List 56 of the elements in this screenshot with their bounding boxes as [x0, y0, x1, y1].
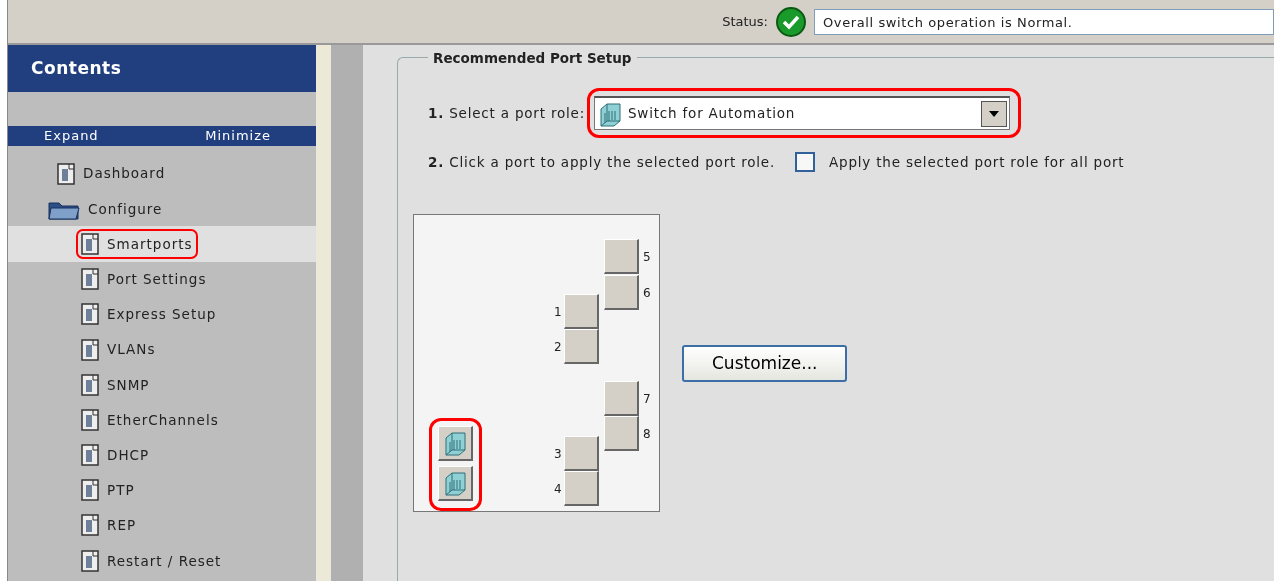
step-label: 2. Click a port to apply the selected port role.	[428, 153, 776, 172]
customize-button[interactable]: Customize...	[682, 344, 848, 382]
sidebar-item[interactable]: REP	[8, 507, 316, 544]
switch-icon	[442, 470, 468, 497]
port-number: 8	[643, 426, 651, 444]
document-icon	[81, 549, 100, 572]
port-role-dropdown[interactable]: Switch for Automation	[594, 96, 1010, 130]
checkbox-label: Apply the selected port role for all port	[829, 153, 1125, 172]
sidebar-title: Contents	[8, 45, 316, 92]
document-icon	[81, 338, 100, 361]
port-button[interactable]	[564, 471, 599, 507]
switch-icon	[597, 100, 623, 127]
port-number: 3	[554, 446, 562, 464]
port-number: 7	[643, 391, 651, 409]
port-number: 4	[554, 481, 562, 499]
port-number: 1	[554, 304, 562, 322]
document-icon	[81, 303, 100, 326]
document-icon	[81, 479, 100, 502]
port-button[interactable]	[604, 275, 639, 311]
sidebar-item[interactable]: DHCP	[8, 437, 316, 473]
port-button[interactable]	[564, 294, 599, 330]
port-button[interactable]	[438, 426, 473, 462]
document-icon	[81, 514, 100, 537]
sidebar-action-link[interactable]: Expand	[44, 126, 99, 146]
document-icon	[81, 408, 100, 431]
step-label: 1. Select a port role:	[428, 103, 585, 123]
sidebar-item[interactable]: Port Settings	[8, 261, 316, 297]
sidebar-item[interactable]: PTP	[8, 472, 316, 508]
port-number: 2	[554, 339, 562, 357]
port-button[interactable]	[438, 466, 473, 502]
port-button[interactable]	[564, 436, 599, 472]
document-icon	[81, 373, 100, 396]
document-icon	[81, 232, 100, 255]
port-button[interactable]	[564, 329, 599, 365]
switch-icon	[442, 430, 468, 457]
sidebar-item[interactable]: Configure	[8, 191, 316, 227]
port-button[interactable]	[604, 239, 639, 275]
sidebar-item[interactable]: EtherChannels	[8, 402, 316, 438]
sidebar-item[interactable]: Express Setup	[8, 296, 316, 332]
status-field: Overall switch operation is Normal.	[814, 8, 1274, 35]
document-icon	[81, 444, 100, 467]
document-icon	[57, 162, 76, 185]
sidebar-action-link[interactable]: Minimize	[205, 126, 271, 146]
sidebar-item[interactable]: VLANs	[8, 331, 316, 368]
port-button[interactable]	[604, 381, 639, 417]
status-label: Status:	[722, 12, 768, 31]
document-icon	[81, 268, 100, 291]
sidebar-item[interactable]: Smartports	[8, 226, 316, 262]
port-button[interactable]	[604, 416, 639, 452]
sidebar-item[interactable]: SNMP	[8, 367, 316, 403]
sidebar-item[interactable]: Restart / Reset	[8, 543, 316, 579]
dropdown-arrow-icon	[989, 110, 999, 117]
port-number: 6	[643, 285, 651, 303]
checkbox[interactable]	[795, 152, 816, 173]
port-number: 5	[643, 249, 651, 267]
sidebar-item[interactable]: Dashboard	[8, 156, 316, 192]
